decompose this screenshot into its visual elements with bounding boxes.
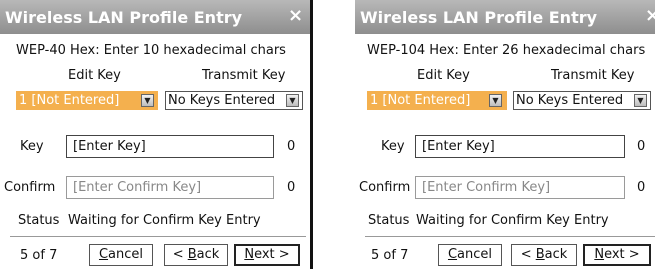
edit-key-label: Edit Key (68, 68, 121, 83)
next-button[interactable]: Next > (234, 244, 300, 266)
instruction-text: WEP-40 Hex: Enter 10 hexadecimal chars (16, 43, 286, 58)
step-indicator: 5 of 7 (20, 248, 58, 263)
close-icon[interactable]: × (288, 5, 303, 26)
dialog-title: Wireless LAN Profile Entry (360, 8, 598, 27)
key-label: Key (20, 139, 44, 154)
edit-key-select[interactable]: 1 [Not Entered] ▼ (367, 91, 507, 110)
divider (10, 236, 306, 237)
key-label: Key (381, 139, 405, 154)
confirm-char-count: 0 (637, 180, 646, 195)
next-button[interactable]: Next > (583, 244, 651, 266)
back-button[interactable]: < Back (511, 244, 577, 266)
status-text: Waiting for Confirm Key Entry (68, 213, 261, 228)
key-char-count: 0 (637, 139, 646, 154)
transmit-key-label: Transmit Key (202, 68, 286, 83)
edit-key-value: 1 [Not Entered] (370, 93, 471, 108)
transmit-key-value: No Keys Entered (168, 93, 276, 108)
status-label: Status (368, 213, 410, 228)
confirm-key-input[interactable]: [Enter Confirm Key] (415, 176, 625, 199)
wlan-profile-dialog-wep40: Wireless LAN Profile Entry × WEP-40 Hex:… (0, 0, 313, 269)
confirm-label: Confirm (4, 180, 56, 195)
transmit-key-select[interactable]: No Keys Entered ▼ (513, 91, 651, 110)
transmit-key-select[interactable]: No Keys Entered ▼ (165, 91, 303, 110)
divider (365, 236, 655, 237)
dialog-title: Wireless LAN Profile Entry (5, 8, 243, 27)
close-icon[interactable]: × (645, 5, 655, 26)
wlan-profile-dialog-wep104: Wireless LAN Profile Entry × WEP-104 Hex… (355, 0, 655, 269)
key-input[interactable]: [Enter Key] (415, 135, 625, 158)
key-input[interactable]: [Enter Key] (66, 135, 274, 158)
cancel-button[interactable]: Cancel (438, 244, 502, 266)
chevron-down-icon[interactable]: ▼ (634, 94, 647, 107)
cancel-button[interactable]: Cancel (89, 244, 153, 266)
instruction-text: WEP-104 Hex: Enter 26 hexadecimal chars (367, 43, 646, 58)
confirm-char-count: 0 (287, 180, 296, 195)
transmit-key-value: No Keys Entered (516, 93, 624, 108)
chevron-down-icon[interactable]: ▼ (286, 94, 299, 107)
title-bar: Wireless LAN Profile Entry × (355, 0, 655, 34)
chevron-down-icon[interactable]: ▼ (141, 94, 154, 107)
title-bar: Wireless LAN Profile Entry × (0, 0, 310, 34)
edit-key-label: Edit Key (417, 68, 470, 83)
status-label: Status (18, 213, 60, 228)
chevron-down-icon[interactable]: ▼ (489, 94, 502, 107)
transmit-key-label: Transmit Key (551, 68, 635, 83)
edit-key-value: 1 [Not Entered] (19, 93, 120, 108)
back-button[interactable]: < Back (164, 244, 228, 266)
step-indicator: 5 of 7 (371, 248, 409, 263)
status-text: Waiting for Confirm Key Entry (416, 213, 609, 228)
confirm-label: Confirm (359, 180, 411, 195)
confirm-key-input[interactable]: [Enter Confirm Key] (66, 176, 274, 199)
edit-key-select[interactable]: 1 [Not Entered] ▼ (16, 91, 158, 110)
key-char-count: 0 (287, 139, 296, 154)
